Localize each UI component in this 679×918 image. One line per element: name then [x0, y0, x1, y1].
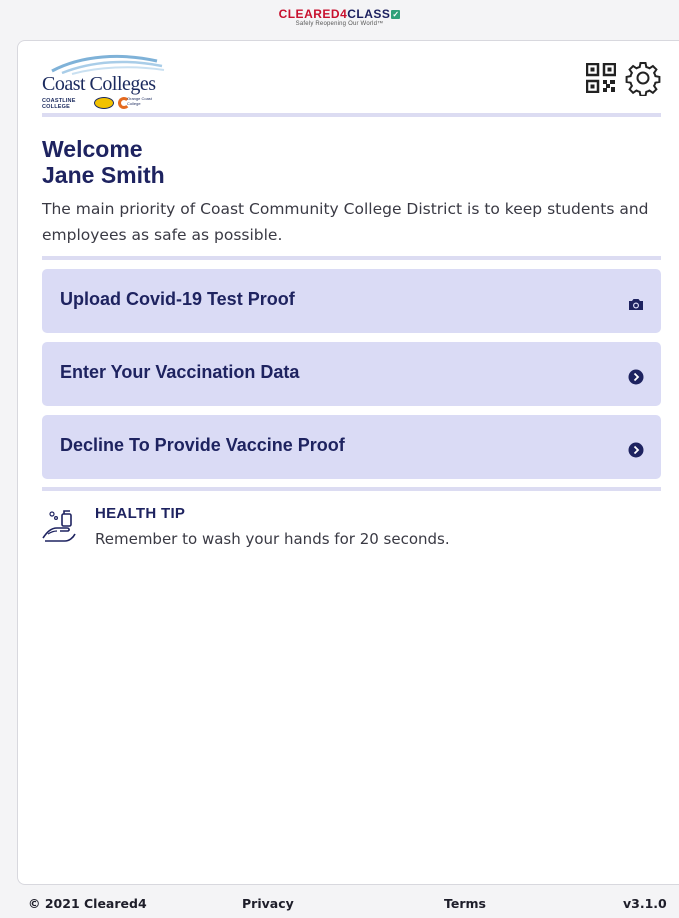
coast-colleges-logo: Coast Colleges COASTLINE COLLEGE Orange … — [42, 51, 172, 111]
intro-divider — [42, 256, 661, 260]
welcome-heading: Welcome Jane Smith — [42, 136, 165, 188]
chevron-right-circle-icon — [628, 442, 644, 458]
user-name: Jane Smith — [42, 162, 165, 188]
intro-text: The main priority of Coast Community Col… — [42, 200, 649, 244]
footer: © 2021 Cleared4 Privacy Terms v3.1.0 — [0, 893, 679, 918]
brand-part2: CLASS — [347, 7, 391, 21]
top-brand-bar: CLEARED4CLASS ✓ Safely Reopening Our Worl… — [0, 0, 679, 40]
brand-tagline: Safely Reopening Our World™ — [295, 21, 384, 27]
camera-icon — [629, 299, 643, 310]
cleared4class-logo: CLEARED4CLASS ✓ — [0, 7, 679, 21]
gear-icon[interactable] — [625, 60, 661, 96]
welcome-label: Welcome — [42, 136, 143, 162]
hand-wash-icon — [42, 510, 76, 542]
actions-divider — [42, 487, 661, 491]
upload-test-proof-button[interactable]: Upload Covid-19 Test Proof — [42, 269, 661, 333]
enter-vaccination-data-button[interactable]: Enter Your Vaccination Data — [42, 342, 661, 406]
decline-vaccine-proof-button[interactable]: Decline To Provide Vaccine Proof — [42, 415, 661, 479]
golden-west-logo-icon — [94, 97, 114, 109]
logo-swoosh-icon — [51, 54, 165, 75]
privacy-link[interactable]: Privacy — [242, 896, 294, 911]
copyright-text: © 2021 Cleared4 — [28, 896, 147, 911]
upload-test-proof-label: Upload Covid-19 Test Proof — [60, 289, 295, 309]
occ-label: Orange Coast College — [127, 96, 152, 106]
decline-vaccine-proof-label: Decline To Provide Vaccine Proof — [60, 435, 345, 455]
main-card: Coast Colleges COASTLINE COLLEGE Orange … — [17, 40, 679, 885]
coastline-sub-label: COLLEGE — [42, 104, 70, 110]
brand-part1: CLEARED4 — [278, 7, 348, 21]
health-tip-text: Remember to wash your hands for 20 secon… — [95, 530, 450, 548]
health-tip-title: HEALTH TIP — [95, 505, 186, 522]
logo-title: Coast Colleges — [42, 73, 156, 95]
coastline-logo: COASTLINE COLLEGE — [42, 98, 76, 110]
terms-link[interactable]: Terms — [444, 896, 486, 911]
version-label: v3.1.0 — [623, 896, 667, 911]
check-icon: ✓ — [391, 10, 401, 19]
qr-code-icon[interactable] — [586, 63, 616, 93]
enter-vaccination-data-label: Enter Your Vaccination Data — [60, 362, 300, 382]
header-divider — [42, 113, 661, 117]
chevron-right-circle-icon — [628, 369, 644, 385]
